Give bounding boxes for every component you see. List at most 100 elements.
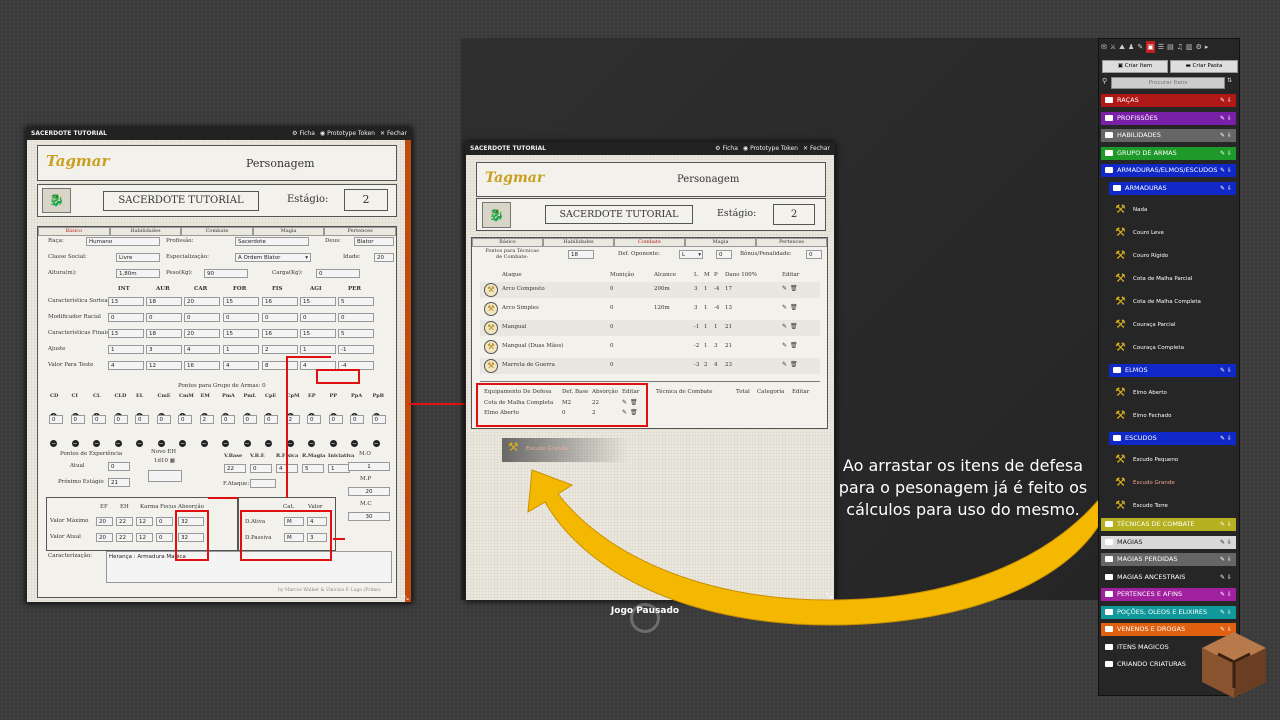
attr-value-field[interactable]: 1 xyxy=(300,345,336,354)
attr-value-field[interactable]: 1 xyxy=(223,345,259,354)
character-name-field[interactable]: SACERDOTE TUTORIAL xyxy=(103,191,259,211)
folder-row[interactable]: ELMOS ✎ ⇩ xyxy=(1109,364,1236,377)
weapon-group-value[interactable]: 0 xyxy=(221,415,235,424)
trash-icon[interactable]: 🗑 xyxy=(790,361,798,368)
folder-actions-icon[interactable]: ✎ ⇩ xyxy=(1220,147,1232,160)
combat-value-field[interactable]: 1 xyxy=(328,464,350,473)
stage-value-field[interactable]: 2 xyxy=(344,189,388,211)
attr-value-field[interactable]: 0 xyxy=(146,313,182,322)
folder-actions-icon[interactable]: ✎ ⇩ xyxy=(1220,129,1232,142)
classe-field[interactable]: Livre xyxy=(116,253,160,262)
minus-icon[interactable]: − xyxy=(222,430,229,449)
attr-value-field[interactable]: 1 xyxy=(108,345,144,354)
folder-actions-icon[interactable]: ✎ ⇩ xyxy=(1220,588,1232,601)
character-sheet-window-left[interactable]: SACERDOTE TUTORIAL ⚙ Ficha ◉ Prototype T… xyxy=(26,127,412,603)
edit-icon[interactable]: ✎ xyxy=(782,304,787,311)
stage-value-field[interactable]: 2 xyxy=(773,204,815,225)
item-entry[interactable]: ⚒ Nada xyxy=(1109,199,1235,221)
minus-icon[interactable]: − xyxy=(50,430,57,449)
attr-value-field[interactable]: 3 xyxy=(146,345,182,354)
folder-row[interactable]: RAÇAS ✎ ⇩ xyxy=(1101,94,1236,107)
tab-pertences[interactable]: Pertences xyxy=(756,238,827,247)
valor-atual-field[interactable]: 20 xyxy=(96,533,113,542)
folder-row[interactable]: TÉCNICAS DE COMBATE ✎ ⇩ xyxy=(1101,518,1236,531)
def-oponente-select[interactable]: L ▾ xyxy=(679,250,703,259)
attr-value-field[interactable]: -1 xyxy=(338,345,374,354)
folder-actions-icon[interactable]: ✎ ⇩ xyxy=(1220,112,1232,125)
attack-name[interactable]: Mangual xyxy=(502,324,527,330)
items-icon[interactable]: ▣ xyxy=(1146,41,1155,53)
folder-actions-icon[interactable]: ✎ ⇩ xyxy=(1220,364,1232,377)
weapon-icon[interactable]: ⚒ xyxy=(484,283,498,297)
trash-icon[interactable]: 🗑 xyxy=(790,323,798,330)
attr-value-field[interactable]: 18 xyxy=(146,329,182,338)
valor-max-field[interactable]: 20 xyxy=(96,517,113,526)
minus-icon[interactable]: − xyxy=(200,430,208,449)
novo-eh-field[interactable] xyxy=(148,470,182,482)
idade-field[interactable]: 20 xyxy=(374,253,394,262)
combat-value-field[interactable]: 22 xyxy=(224,464,246,473)
dice-icon[interactable]: ▦ xyxy=(170,458,175,464)
folder-row[interactable]: ESCUDOS ✎ ⇩ xyxy=(1109,431,1236,445)
item-entry[interactable]: ⚒ Couraça Completa xyxy=(1109,337,1235,359)
playlists-icon[interactable]: ♫ xyxy=(1177,41,1183,53)
prototype-token-button[interactable]: ◉ Prototype Token xyxy=(743,143,798,155)
folder-row[interactable]: PERTENCES E AFINS ✎ ⇩ xyxy=(1101,588,1236,601)
tab-combate[interactable]: Combate xyxy=(181,227,253,236)
carga-field[interactable]: 0 xyxy=(316,269,360,278)
item-entry[interactable]: ⚒ Cota de Malha Parcial xyxy=(1109,268,1235,290)
weapon-group-value[interactable]: 0 xyxy=(135,415,149,424)
minus-icon[interactable]: − xyxy=(157,430,165,449)
tab-pertences[interactable]: Pertences xyxy=(324,227,396,236)
scenes-icon[interactable]: ⛰ xyxy=(1119,41,1125,53)
weapon-group-value[interactable]: 0 xyxy=(70,415,85,424)
weapon-group-value[interactable]: 2 xyxy=(199,415,214,424)
attr-value-field[interactable]: 15 xyxy=(223,297,259,306)
item-entry[interactable]: ⚒ Couro Rígido xyxy=(1109,245,1235,267)
minus-icon[interactable]: − xyxy=(329,430,337,449)
folder-row[interactable]: ARMADURAS ✎ ⇩ xyxy=(1109,181,1236,195)
search-input[interactable] xyxy=(1111,77,1225,89)
altura-field[interactable]: 1,80m xyxy=(116,269,160,278)
valor-atual-field[interactable]: 0 xyxy=(156,533,173,542)
attr-value-field[interactable]: 16 xyxy=(184,361,220,370)
weapon-group-value[interactable]: 0 xyxy=(307,415,321,424)
combat-value-field[interactable]: 5 xyxy=(302,464,324,473)
tab-magia[interactable]: Magia xyxy=(685,238,756,247)
weapon-group-value[interactable]: 0 xyxy=(371,415,386,424)
folder-actions-icon[interactable]: ✎ ⇩ xyxy=(1220,553,1232,566)
minus-icon[interactable]: − xyxy=(243,430,251,449)
attack-name[interactable]: Arco Simples xyxy=(502,305,539,311)
attr-value-field[interactable]: 15 xyxy=(300,297,336,306)
trash-icon[interactable]: 🗑 xyxy=(790,304,798,311)
minus-icon[interactable]: − xyxy=(372,430,380,449)
edit-icon[interactable]: ✎ xyxy=(782,285,787,292)
folder-actions-icon[interactable]: ✎ ⇩ xyxy=(1220,518,1232,531)
bonus-field[interactable]: 0 xyxy=(806,250,822,259)
sheet-button[interactable]: ⚙ Ficha xyxy=(292,128,315,140)
settings-icon[interactable]: ⚙ xyxy=(1196,41,1202,53)
tab-magia[interactable]: Magia xyxy=(252,227,325,236)
create-item-button[interactable]: ▣ Criar Item xyxy=(1102,60,1168,73)
attr-value-field[interactable]: 4 xyxy=(223,361,259,370)
tab-combate[interactable]: Combate xyxy=(614,238,685,247)
weapon-icon[interactable]: ⚒ xyxy=(484,359,498,373)
folder-row[interactable]: PROFISSÕES ✎ ⇩ xyxy=(1101,111,1236,125)
item-entry[interactable]: ⚒ Cota de Malha Completa xyxy=(1109,291,1235,313)
minus-icon[interactable]: − xyxy=(308,430,315,449)
folder-row[interactable]: MAGIAS ✎ ⇩ xyxy=(1101,535,1236,549)
attr-value-field[interactable]: 0 xyxy=(184,313,220,322)
folder-actions-icon[interactable]: ✎ ⇩ xyxy=(1220,571,1232,584)
espec-select[interactable]: A Ordem Blator ▾ xyxy=(235,253,311,262)
weapon-icon[interactable]: ⚒ xyxy=(484,302,498,316)
valor-atual-field[interactable]: 22 xyxy=(116,533,133,542)
edit-icon[interactable]: ✎ xyxy=(782,361,787,368)
attr-value-field[interactable]: 5 xyxy=(338,329,374,338)
tab-habilidades[interactable]: Habilidades xyxy=(109,227,182,236)
create-folder-button[interactable]: ▬ Criar Pasta xyxy=(1170,60,1238,73)
folder-actions-icon[interactable]: ✎ ⇩ xyxy=(1220,94,1232,107)
character-token-icon[interactable]: 🐉 xyxy=(482,202,511,228)
attr-value-field[interactable]: 18 xyxy=(146,297,182,306)
attack-name[interactable]: Arco Composto xyxy=(502,286,545,292)
weapon-group-value[interactable]: 0 xyxy=(328,415,343,424)
